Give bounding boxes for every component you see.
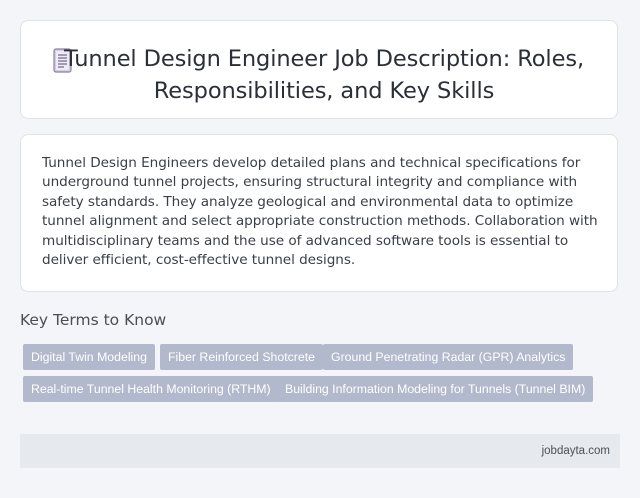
key-term-tag[interactable]: Real-time Tunnel Health Monitoring (RTHM… [23, 376, 279, 402]
key-terms-heading: Key Terms to Know [20, 311, 167, 329]
footer-bar: jobdayta.com [20, 434, 620, 468]
description-card: Tunnel Design Engineers develop detailed… [20, 134, 618, 292]
key-term-tag[interactable]: Building Information Modeling for Tunnel… [277, 376, 594, 402]
key-term-tag[interactable]: Ground Penetrating Radar (GPR) Analytics [323, 344, 574, 370]
key-term-tag[interactable]: Fiber Reinforced Shotcrete [160, 344, 323, 370]
footer-site-link[interactable]: jobdayta.com [542, 434, 610, 468]
title-card: Tunnel Design Engineer Job Description: … [20, 20, 618, 119]
key-term-tag[interactable]: Digital Twin Modeling [23, 344, 155, 370]
job-description-text: Tunnel Design Engineers develop detailed… [42, 155, 598, 269]
page-title: Tunnel Design Engineer Job Description: … [63, 46, 585, 104]
